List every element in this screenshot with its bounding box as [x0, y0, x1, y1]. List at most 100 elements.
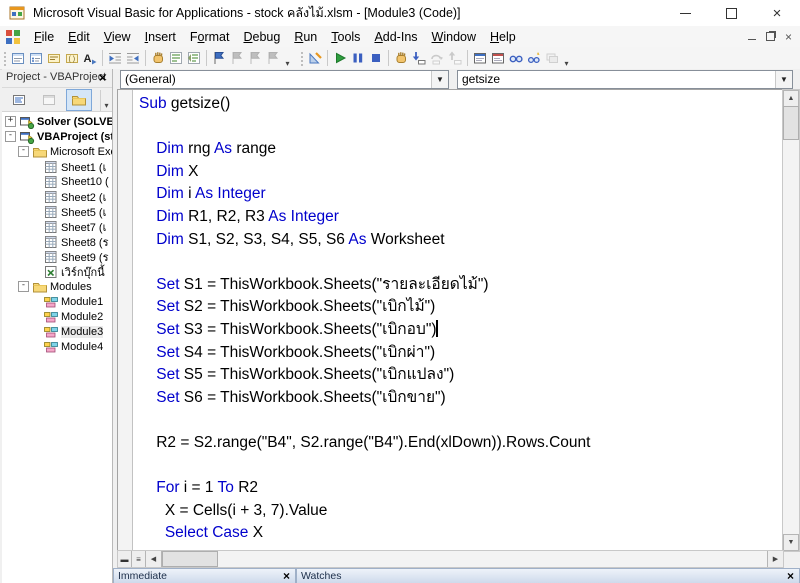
project-toolbar-options-button[interactable]: ▾ [100, 90, 112, 112]
project-explorer-close-button[interactable]: × [95, 70, 110, 85]
minimize-button[interactable] [662, 0, 708, 26]
watches-window-header[interactable]: Watches × [296, 568, 800, 583]
scroll-down-button[interactable]: ▼ [783, 534, 799, 551]
tree-item-module2[interactable]: Module2 [2, 309, 112, 324]
code-keyword: Dim [156, 140, 184, 157]
maximize-button[interactable] [708, 0, 754, 26]
procedure-dropdown-arrow-icon[interactable]: ▼ [775, 71, 792, 88]
mdi-close-button[interactable]: × [785, 30, 792, 44]
scroll-up-button[interactable]: ▲ [783, 90, 799, 107]
procedure-dropdown[interactable]: getsize ▼ [457, 70, 793, 89]
project-explorer-header[interactable]: Project - VBAProject × [2, 69, 112, 88]
toggle-bookmark-button[interactable] [210, 49, 228, 67]
tree-item-sheet9[interactable]: Sheet9 (ร [2, 249, 112, 264]
step-into-button[interactable] [410, 49, 428, 67]
margin-indicator-bar[interactable] [118, 90, 133, 551]
indent-button[interactable] [106, 49, 124, 67]
scroll-right-button[interactable]: ▶ [767, 551, 783, 567]
watches-window-close-button[interactable]: × [784, 569, 797, 582]
comment-block-button[interactable] [167, 49, 185, 67]
view-object-button[interactable] [36, 89, 62, 111]
tree-item-module1[interactable]: Module1 [2, 294, 112, 309]
edit-toolbar-grip[interactable] [2, 50, 7, 66]
collapse-icon[interactable]: - [5, 131, 16, 142]
list-constants-button[interactable] [27, 49, 45, 67]
uncomment-block-button[interactable] [185, 49, 203, 67]
design-mode-button[interactable] [306, 49, 324, 67]
object-dropdown-arrow-icon[interactable]: ▼ [431, 71, 448, 88]
toggle-folders-button[interactable] [66, 89, 92, 111]
tree-item-microsoft-exc[interactable]: -Microsoft Exc [2, 144, 112, 159]
mdi-restore-button[interactable] [766, 32, 775, 41]
view-code-button[interactable] [6, 89, 32, 111]
debug-toolbar-options-button[interactable]: ▾ [561, 48, 572, 69]
tree-item-sheet8[interactable]: Sheet8 (ร [2, 234, 112, 249]
expand-icon[interactable]: + [5, 116, 16, 127]
tree-item-vbaproject-st[interactable]: -VBAProject (st [2, 129, 112, 144]
mdi-minimize-button[interactable] [748, 33, 756, 40]
break-button[interactable] [349, 49, 367, 67]
menu-run[interactable]: Run [287, 28, 324, 46]
tree-item-sheet2[interactable]: Sheet2 (เ [2, 189, 112, 204]
next-bookmark-button[interactable] [228, 49, 246, 67]
quick-info-button[interactable] [45, 49, 63, 67]
code-editor[interactable]: Sub getsize() Dim rng As range Dim X Dim… [117, 89, 784, 552]
code-line [139, 116, 783, 139]
vertical-scroll-thumb[interactable] [783, 106, 799, 140]
tree-item-modules[interactable]: -Modules [2, 279, 112, 294]
procedure-view-button[interactable]: ▬ [118, 551, 132, 567]
code-line: Select Case X [139, 522, 783, 545]
menu-debug[interactable]: Debug [236, 28, 287, 46]
clear-all-bookmarks-button[interactable] [264, 49, 282, 67]
menu-edit[interactable]: Edit [61, 28, 97, 46]
tree-item-sheet10[interactable]: Sheet10 ( [2, 174, 112, 189]
close-button[interactable]: × [754, 0, 800, 26]
scroll-left-button[interactable]: ◀ [146, 551, 162, 567]
full-module-view-button[interactable]: ≡ [132, 551, 146, 567]
immediate-window-close-button[interactable]: × [280, 569, 293, 582]
menu-add-ins[interactable]: Add-Ins [367, 28, 424, 46]
edit-toolbar-options-button[interactable]: ▾ [282, 48, 293, 69]
menu-view[interactable]: View [97, 28, 138, 46]
debug-toolbar-grip[interactable] [299, 50, 304, 66]
horizontal-scrollbar[interactable]: ▬ ≡ ◀ ▶ [117, 550, 784, 568]
object-dropdown[interactable]: (General) ▼ [120, 70, 449, 89]
collapse-icon[interactable]: - [18, 281, 29, 292]
menu-insert[interactable]: Insert [138, 28, 183, 46]
step-out-button[interactable] [446, 49, 464, 67]
tree-item-sheet5[interactable]: Sheet5 (เ [2, 204, 112, 219]
immediate-window-button[interactable] [489, 49, 507, 67]
tree-item-sheet7[interactable]: Sheet7 (เ [2, 219, 112, 234]
tree-item-sheet1[interactable]: Sheet1 (เ [2, 159, 112, 174]
menu-help[interactable]: Help [483, 28, 523, 46]
tree-item-[interactable]: เวิร์กบุ๊กนี้ [2, 264, 112, 279]
reset-button[interactable] [367, 49, 385, 67]
outdent-button[interactable] [124, 49, 142, 67]
list-properties-methods-button[interactable] [9, 49, 27, 67]
collapse-icon[interactable]: - [18, 146, 29, 157]
horizontal-scroll-thumb[interactable] [162, 551, 218, 567]
code-text: Sub getsize() Dim rng As range Dim X Dim… [139, 93, 783, 551]
run-sub-userform-button[interactable] [331, 49, 349, 67]
previous-bookmark-button[interactable] [246, 49, 264, 67]
parameter-info-button[interactable]: ( ) [63, 49, 81, 67]
tree-item-solver-solve[interactable]: +Solver (SOLVE [2, 114, 112, 129]
code-line: Set S2 = ThisWorkbook.Sheets("เบิกไม้") [139, 296, 783, 319]
watch-window-button[interactable] [507, 49, 525, 67]
tree-item-module3[interactable]: Module3 [2, 324, 112, 339]
menu-file[interactable]: File [27, 28, 61, 46]
immediate-window-header[interactable]: Immediate × [113, 568, 296, 583]
menu-format[interactable]: Format [183, 28, 237, 46]
tree-item-module4[interactable]: Module4 [2, 339, 112, 354]
menu-tools[interactable]: Tools [324, 28, 367, 46]
toggle-breakpoint-button[interactable] [149, 49, 167, 67]
call-stack-button[interactable] [543, 49, 561, 67]
menu-window[interactable]: Window [425, 28, 483, 46]
locals-window-button[interactable] [471, 49, 489, 67]
toggle-breakpoint-button[interactable] [392, 49, 410, 67]
step-over-button[interactable] [428, 49, 446, 67]
complete-word-button[interactable]: A [81, 49, 99, 67]
vertical-scrollbar[interactable]: ▲ ▼ [782, 89, 800, 552]
quick-watch-button[interactable] [525, 49, 543, 67]
code-text-segment [139, 479, 156, 496]
